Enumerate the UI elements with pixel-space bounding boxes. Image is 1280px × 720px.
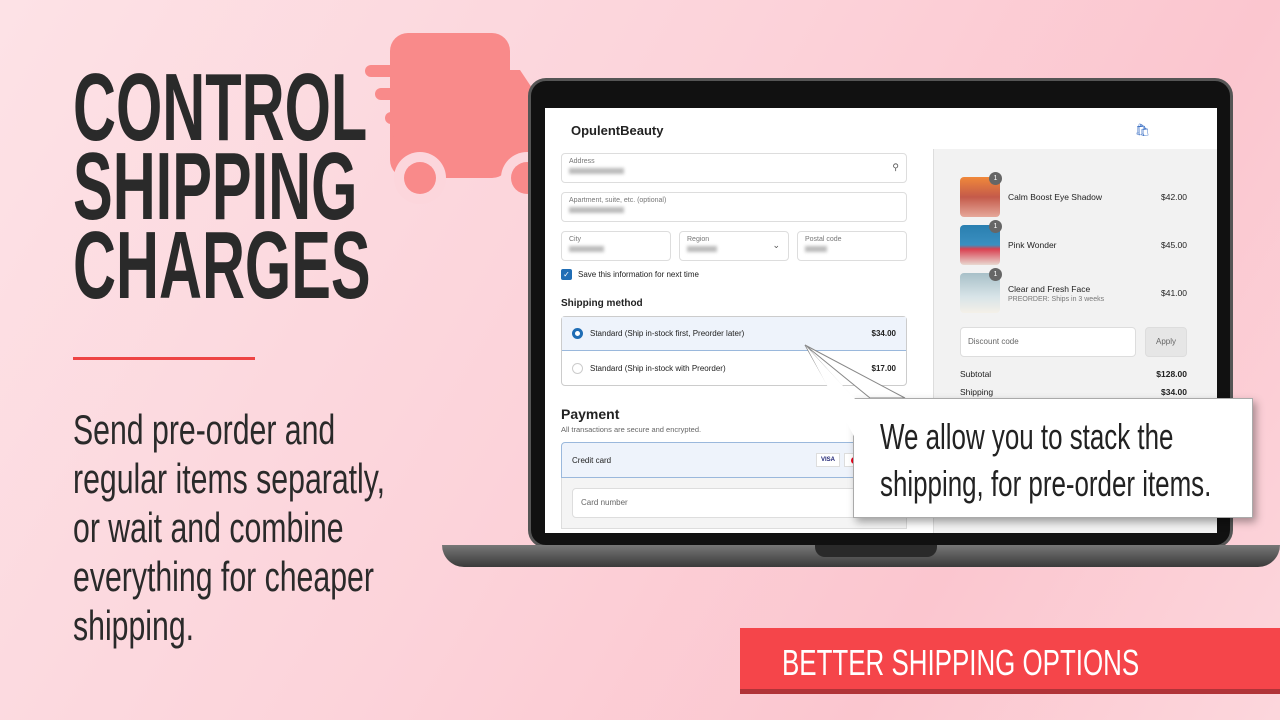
quantity-badge: 1 bbox=[989, 172, 1002, 185]
divider bbox=[73, 357, 255, 360]
item-price: $42.00 bbox=[1161, 192, 1187, 202]
description-line: everything for cheaper bbox=[73, 553, 374, 600]
item-name: Pink Wonder bbox=[1008, 240, 1057, 250]
option-price: $17.00 bbox=[871, 363, 896, 373]
region-select[interactable]: Region ⌄ bbox=[679, 231, 789, 261]
option-price: $34.00 bbox=[871, 329, 896, 338]
radio-selected[interactable] bbox=[572, 328, 583, 339]
callout-line: shipping, for pre-order items. bbox=[880, 463, 1212, 504]
subtotal-value: $128.00 bbox=[1156, 369, 1187, 379]
shipping-label: Shipping bbox=[960, 387, 994, 397]
shopping-bag-icon[interactable]: 🛍 bbox=[1135, 123, 1150, 137]
field-label: Address bbox=[569, 158, 595, 165]
discount-code-input[interactable]: Discount code bbox=[960, 327, 1136, 357]
card-number-input[interactable]: Card number bbox=[572, 488, 896, 518]
shipping-value: $34.00 bbox=[1161, 387, 1187, 397]
field-label: Apartment, suite, etc. (optional) bbox=[569, 197, 667, 204]
credit-card-label: Credit card bbox=[572, 455, 612, 465]
search-icon: ⚲ bbox=[892, 162, 899, 172]
shipping-method-title: Shipping method bbox=[561, 298, 643, 309]
city-field[interactable]: City bbox=[561, 231, 671, 261]
cart-item: 1 Pink Wonder $45.00 bbox=[960, 220, 1187, 269]
subtotal-label: Subtotal bbox=[960, 369, 992, 379]
description-line: shipping. bbox=[73, 602, 195, 649]
field-label: Region bbox=[687, 236, 710, 243]
quantity-badge: 1 bbox=[989, 220, 1002, 233]
visa-icon: VISA bbox=[816, 453, 840, 467]
field-label: City bbox=[569, 236, 582, 243]
apply-button[interactable]: Apply bbox=[1145, 327, 1187, 357]
banner: BETTER SHIPPING OPTIONS bbox=[740, 628, 1280, 694]
description-line: or wait and combine bbox=[73, 504, 344, 551]
chevron-down-icon: ⌄ bbox=[772, 240, 780, 250]
item-price: $45.00 bbox=[1161, 240, 1187, 250]
field-label: Postal code bbox=[805, 236, 842, 243]
shipping-option[interactable]: Standard (Ship in-stock first, Preorder … bbox=[562, 317, 906, 351]
address-field[interactable]: Address ⚲ bbox=[561, 153, 907, 183]
apartment-field[interactable]: Apartment, suite, etc. (optional) bbox=[561, 192, 907, 222]
headline: CONTROL SHIPPING CHARGES bbox=[73, 60, 371, 319]
option-label: Standard (Ship in-stock with Preorder) bbox=[590, 363, 726, 373]
radio[interactable] bbox=[572, 362, 583, 374]
callout-line: We allow you to stack the bbox=[880, 416, 1174, 457]
shipping-option[interactable]: Standard (Ship in-stock with Preorder) $1… bbox=[562, 351, 906, 385]
cart-item: 1 Clear and Fresh Face PREORDER: Ships in … bbox=[960, 268, 1187, 317]
save-info-label: Save this information for next time bbox=[578, 270, 699, 279]
description: Send pre-order and regular items separat… bbox=[73, 405, 476, 650]
preorder-note: PREORDER: Ships in 3 weeks bbox=[1008, 295, 1105, 303]
quantity-badge: 1 bbox=[989, 268, 1002, 281]
item-price: $41.00 bbox=[1161, 288, 1187, 298]
headline-line: CHARGES bbox=[73, 212, 371, 319]
item-name: Clear and Fresh Face bbox=[1008, 283, 1091, 294]
postal-field[interactable]: Postal code bbox=[797, 231, 907, 261]
callout-box: We allow you to stack the shipping, for … bbox=[853, 398, 1253, 518]
description-line: regular items separatly, bbox=[73, 455, 386, 502]
option-label: Standard (Ship in-stock first, Preorder … bbox=[590, 329, 745, 338]
description-line: Send pre-order and bbox=[73, 406, 336, 453]
save-info-checkbox[interactable]: ✓ bbox=[561, 269, 572, 280]
store-brand: OpulentBeauty bbox=[571, 123, 664, 138]
banner-text: BETTER SHIPPING OPTIONS bbox=[782, 642, 1140, 683]
truck-icon bbox=[365, 33, 550, 204]
item-name: Calm Boost Eye Shadow bbox=[1008, 192, 1103, 202]
laptop-notch bbox=[815, 545, 937, 557]
cart-item: 1 Calm Boost Eye Shadow $42.00 bbox=[960, 172, 1187, 221]
